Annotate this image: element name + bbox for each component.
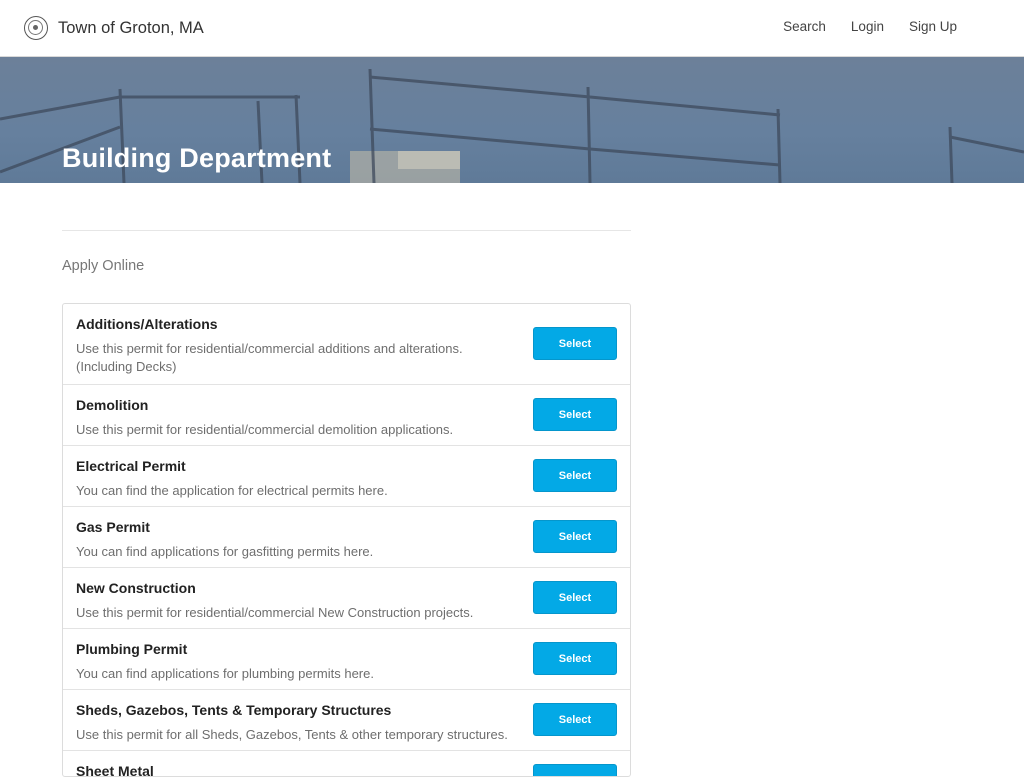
- select-button-sheet-metal[interactable]: Select: [533, 764, 617, 776]
- select-button-electrical[interactable]: Select: [533, 459, 617, 492]
- nav-search-link[interactable]: Search: [783, 19, 826, 34]
- select-button-sheds[interactable]: Select: [533, 703, 617, 736]
- permit-description: Use this permit for residential/commerci…: [76, 341, 463, 374]
- permit-row: Sheet Metal Select: [63, 750, 630, 776]
- permit-row: Electrical Permit You can find the appli…: [63, 445, 630, 506]
- permit-description: Use this permit for residential/commerci…: [76, 605, 474, 620]
- permit-description: Use this permit for all Sheds, Gazebos, …: [76, 727, 508, 742]
- permit-description: You can find applications for gasfitting…: [76, 544, 374, 559]
- select-button-additions[interactable]: Select: [533, 327, 617, 360]
- apply-online-label: Apply Online: [62, 258, 145, 274]
- page-title: Building Department: [62, 143, 332, 173]
- site-name: Town of Groton, MA: [58, 18, 204, 37]
- permit-row: Additions/Alterations Use this permit fo…: [63, 304, 630, 384]
- nav-login-link[interactable]: Login: [851, 19, 884, 34]
- select-button-plumbing[interactable]: Select: [533, 642, 617, 675]
- permit-description: Use this permit for residential/commerci…: [76, 422, 454, 437]
- hero-banner: Building Department: [0, 57, 1024, 183]
- permit-row: Gas Permit You can find applications for…: [63, 506, 630, 567]
- permit-row: New Construction Use this permit for res…: [63, 567, 630, 628]
- select-button-new-construction[interactable]: Select: [533, 581, 617, 614]
- permit-row: Sheds, Gazebos, Tents & Temporary Struct…: [63, 689, 630, 750]
- nav-signup-link[interactable]: Sign Up: [909, 19, 957, 34]
- permit-row: Demolition Use this permit for residenti…: [63, 384, 630, 445]
- permit-list: Additions/Alterations Use this permit fo…: [62, 303, 631, 777]
- top-navbar: Town of Groton, MA Search Login Sign Up: [0, 0, 1024, 57]
- site-brand[interactable]: Town of Groton, MA: [24, 16, 204, 40]
- permit-row: Plumbing Permit You can find application…: [63, 628, 630, 689]
- main-nav: Search Login Sign Up: [783, 19, 957, 34]
- section-divider: [62, 230, 631, 231]
- select-button-gas[interactable]: Select: [533, 520, 617, 553]
- town-seal-icon: [24, 16, 48, 40]
- select-button-demolition[interactable]: Select: [533, 398, 617, 431]
- permit-description: You can find the application for electri…: [76, 483, 388, 498]
- permit-description: You can find applications for plumbing p…: [76, 666, 374, 681]
